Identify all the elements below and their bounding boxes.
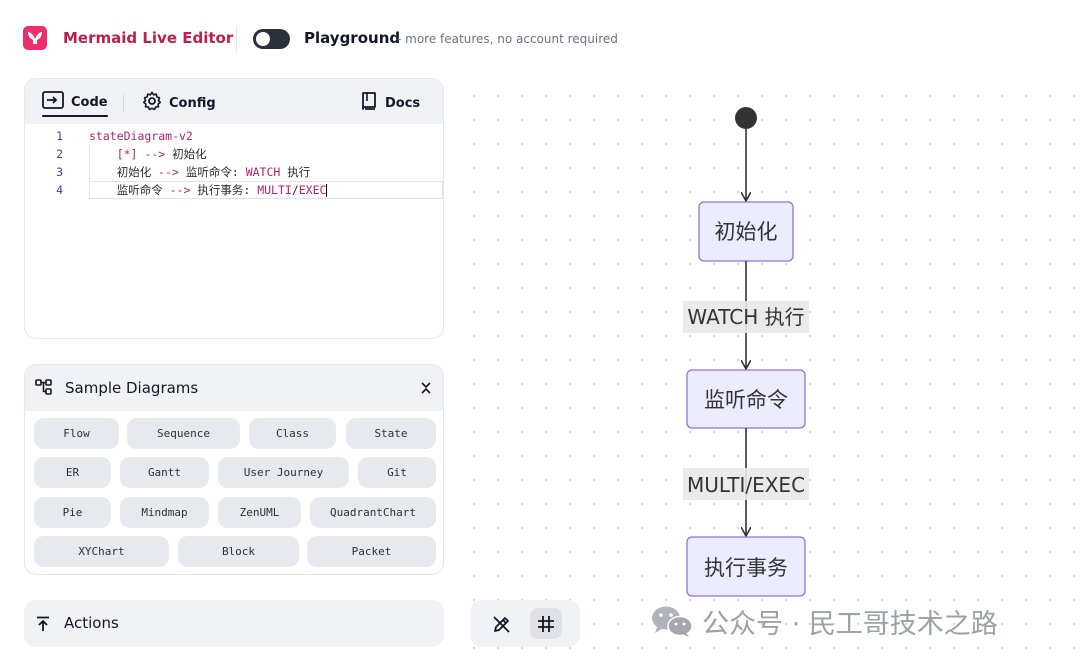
arrow-up-icon	[36, 616, 50, 636]
app-title[interactable]: Mermaid Live Editor	[63, 29, 233, 47]
sample-state-button[interactable]: State	[346, 418, 436, 449]
sample-diagrams-title: Sample Diagrams	[65, 379, 199, 397]
code-line[interactable]: 2 [*] --> 初始化	[25, 145, 443, 163]
code-text: [*] --> 初始化	[89, 145, 207, 163]
watermark: 公众号 · 民工哥技术之路	[650, 603, 998, 640]
playground-label: Playground	[304, 29, 401, 47]
diagram-canvas[interactable]: 初始化 WATCH 执行 监听命令 MULTI/EXEC 执行事务	[456, 78, 1080, 664]
editor-tabs: Code Config Docs	[25, 79, 443, 124]
pencil-icon	[493, 615, 510, 633]
sample-diagrams-header[interactable]: Sample Diagrams	[25, 365, 443, 411]
tab-code[interactable]: Code	[42, 91, 108, 113]
actions-panel[interactable]: Actions	[24, 600, 444, 647]
sample-xychart-button[interactable]: XYChart	[34, 536, 169, 567]
state-node-label: 执行事务	[704, 556, 788, 580]
code-token: [*]	[116, 147, 138, 161]
state-diagram: 初始化 WATCH 执行 监听命令 MULTI/EXEC 执行事务	[683, 107, 809, 597]
code-token: 监听命令	[89, 183, 170, 197]
sample-flow-button[interactable]: Flow	[34, 418, 119, 449]
code-token: EXEC	[298, 183, 327, 197]
sample-quadrantchart-button[interactable]: QuadrantChart	[310, 497, 436, 528]
watermark-text: 公众号 · 民工哥技术之路	[702, 608, 998, 640]
code-token: /	[291, 183, 299, 197]
gear-icon	[142, 91, 162, 115]
tab-docs-label: Docs	[385, 95, 421, 111]
code-editor[interactable]: 1 stateDiagram-v2 2 [*] --> 初始化 3 初始化 --> 监…	[25, 124, 443, 338]
active-tab-indicator	[42, 115, 108, 117]
tab-config[interactable]: Config	[142, 91, 216, 115]
sample-user-journey-button[interactable]: User Journey	[218, 457, 349, 488]
sample-class-button[interactable]: Class	[249, 418, 336, 449]
sample-git-button[interactable]: Git	[358, 457, 436, 488]
grid-toggle-button[interactable]	[530, 608, 562, 639]
line-number: 1	[56, 129, 63, 143]
code-token: 执行事务:	[190, 183, 258, 197]
code-line[interactable]: 1 stateDiagram-v2	[25, 127, 443, 145]
code-token: 执行	[280, 165, 311, 179]
sample-pie-button[interactable]: Pie	[34, 497, 111, 528]
playground-toggle[interactable]	[253, 29, 290, 49]
start-state	[735, 107, 757, 129]
sample-sequence-button[interactable]: Sequence	[127, 418, 240, 449]
code-token: -->	[158, 165, 179, 179]
top-bar: Mermaid Live Editor Playground - more fe…	[0, 0, 1080, 78]
actions-label: Actions	[64, 614, 119, 632]
pan-zoom-button[interactable]	[486, 608, 518, 639]
sample-er-button[interactable]: ER	[34, 457, 111, 488]
diagram-icon	[35, 379, 53, 399]
sample-diagrams-panel: Sample Diagrams Flow Sequence Class State ER…	[24, 364, 444, 575]
sample-mindmap-button[interactable]: Mindmap	[120, 497, 209, 528]
book-icon	[360, 91, 378, 115]
playground-description: - more features, no account required	[397, 32, 618, 46]
code-text: 初始化 --> 监听命令: WATCH 执行	[89, 163, 311, 181]
tab-config-label: Config	[169, 95, 216, 111]
sample-zenuml-button[interactable]: ZenUML	[218, 497, 301, 528]
code-token: 监听命令:	[178, 165, 246, 179]
line-number: 3	[56, 165, 63, 179]
divider	[236, 26, 237, 52]
code-token: -->	[137, 147, 173, 161]
divider	[123, 93, 124, 113]
line-number: 2	[56, 147, 63, 161]
wechat-icon	[652, 606, 693, 637]
code-token: WATCH	[245, 165, 281, 179]
code-icon	[42, 91, 64, 113]
toggle-knob	[256, 32, 270, 46]
code-text: 监听命令 --> 执行事务: MULTI/EXEC	[89, 181, 328, 199]
code-token: MULTI	[257, 183, 292, 197]
sample-block-button[interactable]: Block	[178, 536, 299, 567]
code-token: 初始化	[172, 147, 207, 161]
code-line[interactable]: 3 初始化 --> 监听命令: WATCH 执行	[25, 163, 443, 181]
sample-packet-button[interactable]: Packet	[307, 536, 436, 567]
tab-code-label: Code	[71, 94, 108, 110]
code-text: stateDiagram-v2	[89, 127, 193, 145]
state-node-label: 监听命令	[704, 388, 788, 412]
code-token: 初始化	[89, 165, 159, 179]
code-token: -->	[169, 183, 191, 197]
canvas-toolbar	[470, 600, 580, 647]
state-node-label: 初始化	[715, 220, 778, 244]
grid-icon	[538, 615, 554, 632]
sample-gantt-button[interactable]: Gantt	[120, 457, 209, 488]
code-token: stateDiagram-v2	[89, 129, 193, 143]
app-root: Mermaid Live Editor Playground - more fe…	[0, 0, 1080, 664]
tab-docs[interactable]: Docs	[360, 91, 420, 115]
mermaid-logo-icon[interactable]	[23, 26, 47, 50]
transition-label: MULTI/EXEC	[687, 473, 805, 497]
editor-panel: Code Config Docs 1 stateDiagram-v2 2 [*] -…	[24, 78, 444, 339]
code-line[interactable]: 4 监听命令 --> 执行事务: MULTI/EXEC	[25, 181, 443, 199]
text-caret	[326, 184, 328, 197]
chevron-up-down-icon[interactable]	[420, 378, 432, 402]
line-number: 4	[56, 183, 63, 197]
transition-label: WATCH 执行	[687, 305, 804, 329]
